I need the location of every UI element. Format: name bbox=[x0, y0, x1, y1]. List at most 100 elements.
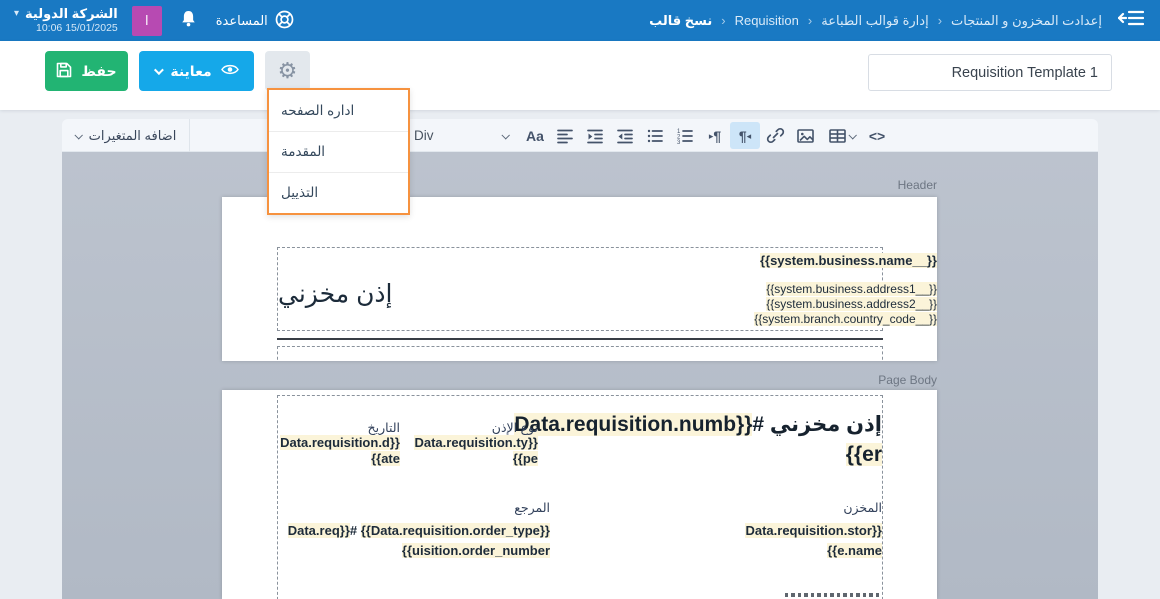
paragraph-ltr-button[interactable]: ▸¶ bbox=[700, 119, 730, 152]
insert-link-button[interactable] bbox=[760, 119, 790, 152]
menu-item-page-management[interactable]: اداره الصفحه bbox=[269, 90, 408, 131]
variable-branch-country-code: {{system.branch.country_code__}} bbox=[754, 312, 937, 326]
indent-button[interactable] bbox=[580, 119, 610, 152]
breadcrumb-separator-icon: ‹ bbox=[808, 13, 812, 28]
settings-dropdown-menu: اداره الصفحه المقدمة التذييل bbox=[267, 88, 410, 215]
svg-text:3: 3 bbox=[677, 140, 681, 145]
insert-image-button[interactable] bbox=[790, 119, 820, 152]
variable-order-number-wrap: {{uisition.order_number bbox=[402, 543, 550, 558]
caret-down-icon: ▾ bbox=[14, 8, 19, 20]
bullet-list-button[interactable] bbox=[640, 119, 670, 152]
variable-requisition-type-wrap: {{pe bbox=[513, 451, 538, 466]
preview-button[interactable]: معاينة bbox=[139, 51, 254, 91]
numbered-list-button[interactable]: 1 2 3 bbox=[670, 119, 700, 152]
breadcrumb-separator-icon: ‹ bbox=[721, 13, 725, 28]
add-variables-label: اضافه المتغيرات bbox=[89, 128, 177, 144]
top-navbar: إعدادت المخزون و المنتجات ‹ إدارة قوالب … bbox=[0, 0, 1160, 41]
variable-requisition-type: Data.requisition.ty}} bbox=[414, 435, 538, 450]
template-name-input[interactable] bbox=[868, 54, 1112, 91]
toolbar-icons: Aa bbox=[520, 119, 892, 152]
variable-requisition-date: Data.requisition.d}} bbox=[280, 435, 400, 450]
header-divider-line bbox=[277, 338, 883, 340]
code-icon: <> bbox=[869, 128, 885, 144]
editor-canvas: Header {{system.business.name__}} {{syst… bbox=[62, 152, 1098, 599]
outdent-icon bbox=[616, 127, 634, 145]
paragraph-ltr-icon: ▸¶ bbox=[709, 128, 721, 144]
action-bar: حفظ معاينة ⚙ bbox=[0, 41, 1160, 110]
chevron-down-icon bbox=[154, 65, 164, 75]
date-label: التاريخ bbox=[368, 420, 400, 435]
font-size-icon: Aa bbox=[526, 128, 544, 144]
outdent-button[interactable] bbox=[610, 119, 640, 152]
breadcrumb-item-inventory-settings[interactable]: إعدادت المخزون و المنتجات bbox=[951, 13, 1102, 29]
paragraph-format-dropdown[interactable]: Div bbox=[410, 119, 512, 152]
body-title-line2: {{er bbox=[846, 443, 882, 467]
variable-requisition-ref: Data.req}} bbox=[288, 523, 350, 538]
variable-requisition-number: Data.requisition.numb}} bbox=[514, 413, 752, 436]
variable-business-address1: {{system.business.address1__}} bbox=[766, 282, 937, 296]
save-label: حفظ bbox=[81, 63, 116, 80]
help-label: المساعدة bbox=[216, 13, 268, 29]
template-editor: اضافه المتغيرات Div Aa bbox=[62, 119, 1098, 599]
font-size-button[interactable]: Aa bbox=[520, 119, 550, 152]
header-section-label: Header bbox=[898, 178, 937, 192]
numbered-list-icon: 1 2 3 bbox=[676, 127, 694, 145]
menu-collapse-icon bbox=[1118, 9, 1144, 32]
clipped-text-row bbox=[785, 593, 880, 597]
menu-item-header[interactable]: المقدمة bbox=[269, 131, 408, 172]
insert-table-button[interactable] bbox=[820, 119, 862, 152]
variable-business-name: {{system.business.name__}} bbox=[760, 253, 937, 268]
help-button[interactable]: المساعدة bbox=[216, 10, 294, 32]
image-icon bbox=[796, 127, 815, 145]
gear-icon: ⚙ bbox=[278, 60, 298, 82]
variable-requisition-store: Data.requisition.stor}} bbox=[745, 523, 882, 538]
title-separator: # bbox=[752, 413, 770, 436]
ref-separator: # bbox=[350, 523, 361, 538]
save-button[interactable]: حفظ bbox=[45, 51, 128, 91]
body-page[interactable]: Data.requisition.numb}}# إذن مخزني {{er … bbox=[222, 390, 937, 599]
indent-icon bbox=[586, 127, 604, 145]
preview-label: معاينة bbox=[170, 63, 211, 80]
notifications-button[interactable] bbox=[176, 9, 202, 33]
sidebar-collapse-button[interactable] bbox=[1116, 9, 1146, 33]
breadcrumb-item-print-templates[interactable]: إدارة قوالب الطباعة bbox=[821, 13, 928, 29]
variable-order-type: {{Data.requisition.order_type}} bbox=[361, 523, 550, 538]
type-label: نوع الإذن bbox=[492, 420, 538, 435]
breadcrumb-item-copy-template: نسخ قالب bbox=[649, 13, 712, 29]
chevron-down-icon bbox=[501, 131, 509, 139]
page-settings-button[interactable]: ⚙ bbox=[265, 51, 310, 91]
lifebuoy-icon bbox=[275, 10, 294, 32]
breadcrumb: إعدادت المخزون و المنتجات ‹ إدارة قوالب … bbox=[649, 13, 1102, 29]
breadcrumb-item-requisition[interactable]: Requisition bbox=[735, 13, 799, 28]
eye-icon bbox=[221, 63, 239, 79]
paragraph-format-value: Div bbox=[414, 128, 434, 143]
breadcrumb-separator-icon: ‹ bbox=[938, 13, 942, 28]
variable-requisition-number-wrap: {{er bbox=[846, 443, 882, 466]
editor-toolbar: اضافه المتغيرات Div Aa bbox=[62, 119, 1098, 152]
body-title-line1: Data.requisition.numb}}# إذن مخزني bbox=[514, 412, 882, 437]
header-lower-box bbox=[277, 346, 883, 361]
code-view-button[interactable]: <> bbox=[862, 119, 892, 152]
datetime-label: 10:06 15/01/2025 bbox=[36, 22, 118, 35]
add-variables-dropdown[interactable]: اضافه المتغيرات bbox=[62, 119, 190, 152]
table-icon bbox=[828, 127, 847, 145]
variable-business-address2: {{system.business.address2__}} bbox=[766, 297, 937, 311]
variable-requisition-store-wrap: {{e.name bbox=[827, 543, 882, 558]
company-switcher[interactable]: الشركة الدولية ▾ 10:06 15/01/2025 bbox=[14, 6, 118, 34]
variable-requisition-date-wrap: {{ate bbox=[371, 451, 400, 466]
menu-item-footer[interactable]: التذييل bbox=[269, 172, 408, 213]
bullet-list-icon bbox=[646, 127, 664, 145]
floppy-disk-icon bbox=[56, 62, 72, 81]
user-avatar-badge[interactable]: ا bbox=[132, 6, 162, 36]
chevron-down-icon bbox=[74, 131, 82, 139]
header-page[interactable]: {{system.business.name__}} {{system.busi… bbox=[222, 197, 937, 361]
align-icon bbox=[556, 127, 574, 145]
chevron-down-icon bbox=[848, 131, 856, 139]
bell-icon bbox=[180, 9, 197, 33]
align-button[interactable] bbox=[550, 119, 580, 152]
header-doc-title: إذن مخزني bbox=[278, 279, 393, 309]
paragraph-rtl-icon: ¶◂ bbox=[739, 128, 751, 144]
body-doc-title: إذن مخزني bbox=[770, 413, 882, 436]
store-label: المخزن bbox=[843, 500, 882, 515]
paragraph-rtl-button[interactable]: ¶◂ bbox=[730, 122, 760, 149]
